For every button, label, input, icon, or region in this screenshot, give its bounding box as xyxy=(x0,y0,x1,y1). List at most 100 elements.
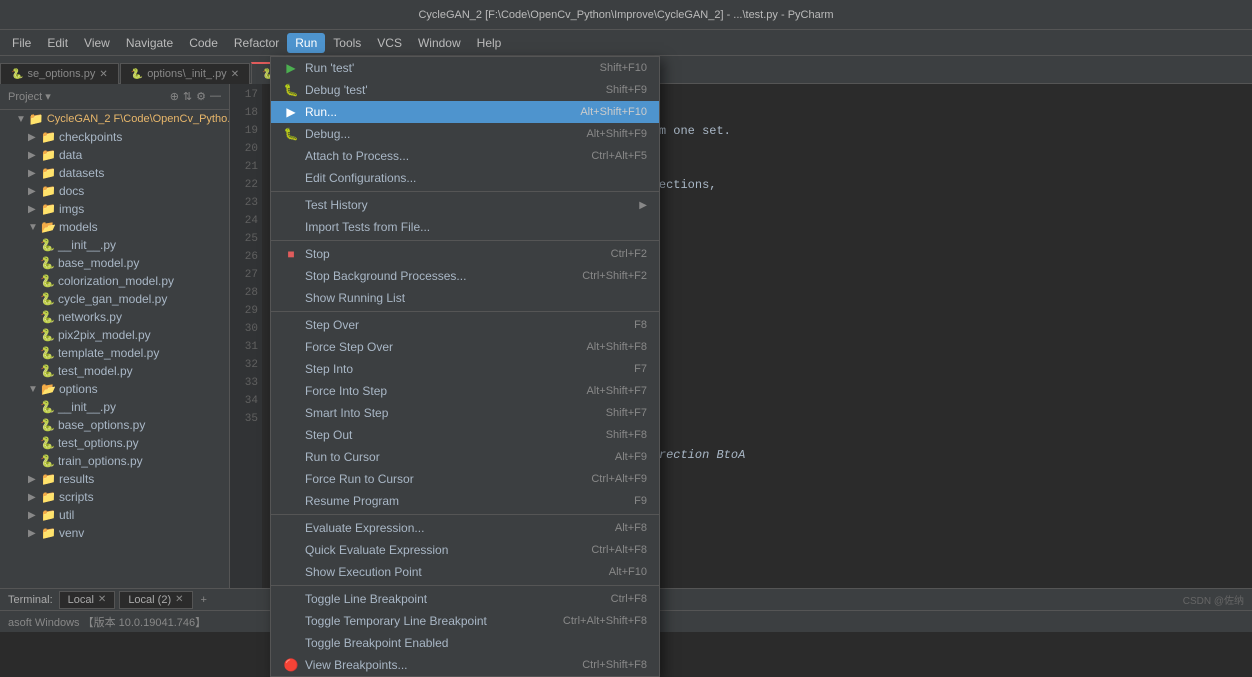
terminal-add-button[interactable]: + xyxy=(195,592,213,608)
arrow-icon: ▶ xyxy=(28,150,38,161)
sidebar-item-models[interactable]: ▼ 📂 models xyxy=(0,218,229,236)
force-run-cursor-icon xyxy=(283,471,299,487)
menu-force-run-cursor[interactable]: Force Run to Cursor Ctrl+Alt+F9 xyxy=(271,468,659,490)
resume-icon xyxy=(283,493,299,509)
menu-edit[interactable]: Edit xyxy=(39,33,76,53)
menu-toggle-line-bp[interactable]: Toggle Line Breakpoint Ctrl+F8 xyxy=(271,588,659,610)
menu-eval-expr[interactable]: Evaluate Expression... Alt+F8 xyxy=(271,517,659,539)
menu-quick-eval[interactable]: Quick Evaluate Expression Ctrl+Alt+F8 xyxy=(271,539,659,561)
sidebar-item-pix2pix[interactable]: 🐍 pix2pix_model.py xyxy=(0,326,229,344)
menu-force-step-over[interactable]: Force Step Over Alt+Shift+F8 xyxy=(271,336,659,358)
menu-vcs[interactable]: VCS xyxy=(369,33,410,53)
step-into-icon xyxy=(283,361,299,377)
menu-window[interactable]: Window xyxy=(410,33,469,53)
menu-step-into[interactable]: Step Into F7 xyxy=(271,358,659,380)
sidebar-icon-gear[interactable]: ⚙ xyxy=(196,90,206,103)
sidebar-item-util[interactable]: ▶ 📁 util xyxy=(0,506,229,524)
sidebar-item-imgs[interactable]: ▶ 📁 imgs xyxy=(0,200,229,218)
menu-attach[interactable]: Attach to Process... Ctrl+Alt+F5 xyxy=(271,145,659,167)
menu-resume[interactable]: Resume Program F9 xyxy=(271,490,659,512)
tab-options-init[interactable]: 🐍 options\_init_.py ✕ xyxy=(120,63,250,84)
menu-help[interactable]: Help xyxy=(469,33,510,53)
menu-view[interactable]: View xyxy=(76,33,118,53)
menu-show-exec[interactable]: Show Execution Point Alt+F10 xyxy=(271,561,659,583)
smart-step-into-icon xyxy=(283,405,299,421)
menu-force-step-into[interactable]: Force Into Step Alt+Shift+F7 xyxy=(271,380,659,402)
run-dots-icon: ▶ xyxy=(283,104,299,120)
sidebar-item-cycle-gan[interactable]: 🐍 cycle_gan_model.py xyxy=(0,290,229,308)
sidebar-item-venv[interactable]: ▶ 📁 venv xyxy=(0,524,229,542)
sidebar-item-options[interactable]: ▼ 📂 options xyxy=(0,380,229,398)
tab-se-options[interactable]: 🐍 se_options.py ✕ xyxy=(0,63,119,84)
menu-step-over[interactable]: Step Over F8 xyxy=(271,314,659,336)
sidebar-item-init-options[interactable]: 🐍 __init__.py xyxy=(0,398,229,416)
sidebar-item-test-model[interactable]: 🐍 test_model.py xyxy=(0,362,229,380)
arrow-icon: ▼ xyxy=(28,222,38,233)
arrow-icon: ▶ xyxy=(28,510,38,521)
menu-import-tests[interactable]: Import Tests from File... xyxy=(271,216,659,238)
menu-debug-dots[interactable]: 🐛 Debug... Alt+Shift+F9 xyxy=(271,123,659,145)
sidebar-item-datasets[interactable]: ▶ 📁 datasets xyxy=(0,164,229,182)
menu-refactor[interactable]: Refactor xyxy=(226,33,287,53)
menu-show-running[interactable]: Show Running List xyxy=(271,287,659,309)
menu-navigate[interactable]: Navigate xyxy=(118,33,181,53)
close-icon[interactable]: ✕ xyxy=(231,69,239,80)
menu-stop[interactable]: ■ Stop Ctrl+F2 xyxy=(271,243,659,265)
bp-enabled-icon xyxy=(283,635,299,651)
sidebar-item-data[interactable]: ▶ 📁 data xyxy=(0,146,229,164)
sidebar-item-results[interactable]: ▶ 📁 results xyxy=(0,470,229,488)
sidebar-item-scripts[interactable]: ▶ 📁 scripts xyxy=(0,488,229,506)
terminal-tab-local[interactable]: Local ✕ xyxy=(59,591,116,609)
menu-run-to-cursor[interactable]: Run to Cursor Alt+F9 xyxy=(271,446,659,468)
file-icon: 🐍 xyxy=(40,418,55,432)
menu-toggle-temp-bp[interactable]: Toggle Temporary Line Breakpoint Ctrl+Al… xyxy=(271,610,659,632)
sidebar-item-base-model[interactable]: 🐍 base_model.py xyxy=(0,254,229,272)
menu-test-history[interactable]: Test History ▶ xyxy=(271,194,659,216)
menu-edit-configs[interactable]: Edit Configurations... xyxy=(271,167,659,189)
menu-code[interactable]: Code xyxy=(181,33,226,53)
menu-smart-step-into[interactable]: Smart Into Step Shift+F7 xyxy=(271,402,659,424)
menu-debug-test[interactable]: 🐛 Debug 'test' Shift+F9 xyxy=(271,79,659,101)
menu-run[interactable]: Run xyxy=(287,33,325,53)
sidebar-item-networks[interactable]: 🐍 networks.py xyxy=(0,308,229,326)
file-icon: 🐍 xyxy=(131,69,143,80)
close-icon[interactable]: ✕ xyxy=(175,594,183,605)
sidebar-icon-add[interactable]: ⊕ xyxy=(170,90,179,103)
stop-bg-icon xyxy=(283,268,299,284)
menu-tools[interactable]: Tools xyxy=(325,33,369,53)
sidebar-header: Project ▾ ⊕ ⇅ ⚙ — xyxy=(0,84,229,110)
close-icon[interactable]: ✕ xyxy=(99,69,107,80)
tree-root[interactable]: ▼ 📁 CycleGAN_2 F\Code\OpenCv_Pytho... xyxy=(0,110,229,128)
menu-step-out[interactable]: Step Out Shift+F8 xyxy=(271,424,659,446)
sidebar-item-base-options[interactable]: 🐍 base_options.py xyxy=(0,416,229,434)
close-icon[interactable]: ✕ xyxy=(98,594,106,605)
menu-toggle-bp-enabled[interactable]: Toggle Breakpoint Enabled xyxy=(271,632,659,654)
folder-icon: 📁 xyxy=(41,526,56,540)
separator-1 xyxy=(271,191,659,192)
edit-config-icon xyxy=(283,170,299,186)
menu-view-bps[interactable]: 🔴 View Breakpoints... Ctrl+Shift+F8 xyxy=(271,654,659,676)
folder-icon: 📁 xyxy=(41,166,56,180)
sidebar-icon-scroll[interactable]: ⇅ xyxy=(183,90,192,103)
menu-bar: File Edit View Navigate Code Refactor Ru… xyxy=(0,30,1252,56)
menu-file[interactable]: File xyxy=(4,33,39,53)
sidebar-item-checkpoints[interactable]: ▶ 📁 checkpoints xyxy=(0,128,229,146)
sidebar-item-docs[interactable]: ▶ 📁 docs xyxy=(0,182,229,200)
sidebar-icon-hide[interactable]: — xyxy=(210,90,221,103)
file-icon: 🐍 xyxy=(40,346,55,360)
sidebar-item-test-options[interactable]: 🐍 test_options.py xyxy=(0,434,229,452)
menu-run-dots[interactable]: ▶ Run... Alt+Shift+F10 xyxy=(271,101,659,123)
sidebar-item-colorization[interactable]: 🐍 colorization_model.py xyxy=(0,272,229,290)
sidebar-item-train-options[interactable]: 🐍 train_options.py xyxy=(0,452,229,470)
terminal-tab-local2[interactable]: Local (2) ✕ xyxy=(119,591,192,609)
stop-icon: ■ xyxy=(283,246,299,262)
menu-run-test[interactable]: ▶ Run 'test' Shift+F10 xyxy=(271,57,659,79)
sidebar-item-init-models[interactable]: 🐍 __init__.py xyxy=(0,236,229,254)
sidebar-item-template[interactable]: 🐍 template_model.py xyxy=(0,344,229,362)
arrow-icon: ▶ xyxy=(28,528,38,539)
file-icon: 🐍 xyxy=(40,274,55,288)
menu-stop-bg[interactable]: Stop Background Processes... Ctrl+Shift+… xyxy=(271,265,659,287)
arrow-icon: ▶ xyxy=(28,132,38,143)
debug-icon: 🐛 xyxy=(283,126,299,142)
csdn-label: CSDN @佐纳 xyxy=(1183,592,1244,607)
